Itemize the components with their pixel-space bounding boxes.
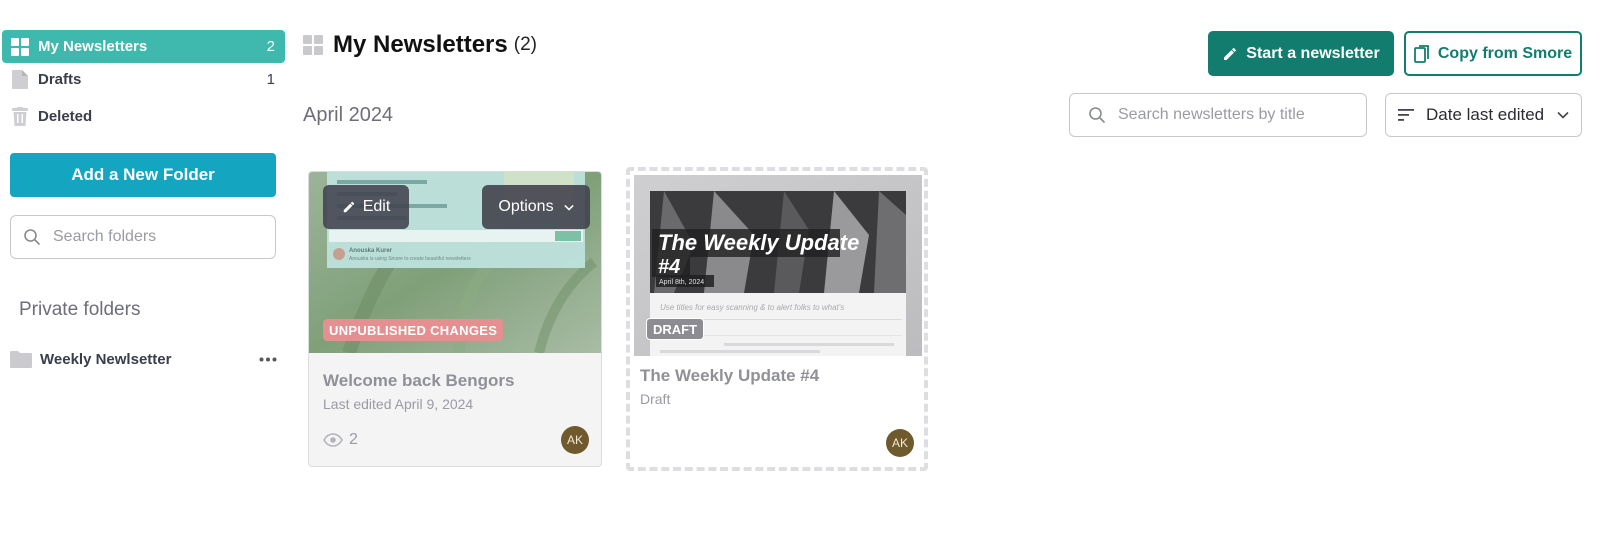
page-header: My Newsletters (2) — [303, 31, 537, 59]
more-options-icon[interactable] — [256, 349, 280, 369]
sidebar-item-label: My Newsletters — [38, 38, 148, 55]
copy-icon — [1413, 44, 1429, 63]
sort-dropdown-value: Date last edited — [1426, 105, 1545, 124]
sidebar-item-label: Drafts — [38, 71, 82, 88]
page-title: My Newsletters — [333, 31, 508, 58]
newsletter-search-input[interactable] — [1118, 106, 1366, 124]
thumbnail-heading-line2: #4 — [658, 256, 680, 278]
folder-icon — [10, 349, 32, 369]
avatar: AK — [561, 426, 589, 454]
thumbnail-tagline: Anouska is using Smore to create beautif… — [349, 256, 471, 262]
grid-icon — [10, 37, 30, 57]
trash-icon — [10, 107, 30, 127]
copy-from-smore-label: Copy from Smore — [1437, 44, 1573, 62]
newsletter-title[interactable]: Welcome back Bengors — [323, 371, 514, 391]
options-button-label: Options — [498, 198, 554, 215]
sidebar-item-count: 2 — [266, 38, 275, 55]
eye-icon — [323, 433, 343, 447]
edit-button[interactable]: Edit — [323, 185, 409, 229]
newsletter-status: Draft — [640, 391, 671, 407]
search-icon — [1089, 107, 1105, 123]
folder-item-label: Weekly Newlsetter — [40, 350, 172, 368]
start-newsletter-label: Start a newsletter — [1246, 44, 1380, 62]
thumbnail-date: April 8th, 2024 — [659, 279, 704, 286]
thumbnail-author: Anouska Kurer — [349, 248, 393, 254]
unpublished-changes-badge: UNPUBLISHED CHANGES — [323, 319, 504, 341]
newsletter-search-box[interactable] — [1069, 93, 1367, 137]
chevron-down-icon — [1557, 111, 1569, 119]
sidebar-item-label: Deleted — [38, 108, 93, 125]
search-icon — [24, 229, 40, 245]
sidebar-item-deleted[interactable]: Deleted — [2, 100, 285, 133]
options-button[interactable]: Options — [482, 185, 590, 229]
folder-item-weekly-newsletter[interactable]: Weekly Newlsetter — [10, 346, 280, 372]
sidebar-item-count: 1 — [266, 71, 275, 88]
page-title-count: (2) — [513, 34, 537, 55]
month-group-label: April 2024 — [303, 104, 394, 126]
newsletter-card[interactable]: The Weekly Update #4 April 8th, 2024 Use… — [626, 167, 928, 471]
thumbnail-hint: Use titles for easy scanning & to alert … — [660, 303, 844, 312]
document-icon — [10, 70, 30, 90]
avatar: AK — [886, 429, 914, 457]
draft-badge: DRAFT — [646, 318, 705, 340]
newsletter-thumbnail: Anouska Kurer Anouska is using Smore to … — [309, 172, 601, 353]
sort-dropdown[interactable]: Date last edited — [1385, 93, 1582, 137]
folder-search-input[interactable] — [53, 228, 275, 246]
sort-icon — [1398, 109, 1414, 121]
start-newsletter-button[interactable]: Start a newsletter — [1208, 31, 1394, 76]
pencil-icon — [1224, 47, 1237, 60]
sidebar-item-drafts[interactable]: Drafts 1 — [2, 63, 285, 96]
chevron-down-icon — [563, 204, 574, 211]
newsletter-thumbnail: The Weekly Update #4 April 8th, 2024 Use… — [634, 175, 922, 356]
copy-from-smore-button[interactable]: Copy from Smore — [1404, 31, 1582, 76]
add-folder-button[interactable]: Add a New Folder — [10, 153, 276, 197]
pencil-icon — [343, 201, 354, 213]
view-count-value: 2 — [349, 431, 358, 448]
view-count: 2 — [323, 431, 358, 449]
folder-search-box[interactable] — [10, 215, 276, 259]
sidebar-item-my-newsletters[interactable]: My Newsletters 2 — [2, 30, 285, 63]
newsletter-last-edited: Last edited April 9, 2024 — [323, 396, 474, 412]
sidebar: My Newsletters 2 Drafts 1 Deleted Add a … — [0, 0, 288, 555]
private-folders-heading: Private folders — [19, 299, 141, 320]
newsletter-title[interactable]: The Weekly Update #4 — [640, 366, 819, 386]
grid-icon — [303, 35, 323, 55]
newsletter-card[interactable]: Anouska Kurer Anouska is using Smore to … — [308, 171, 602, 467]
thumbnail-heading-line1: The Weekly Update — [658, 230, 859, 255]
edit-button-label: Edit — [362, 198, 391, 215]
